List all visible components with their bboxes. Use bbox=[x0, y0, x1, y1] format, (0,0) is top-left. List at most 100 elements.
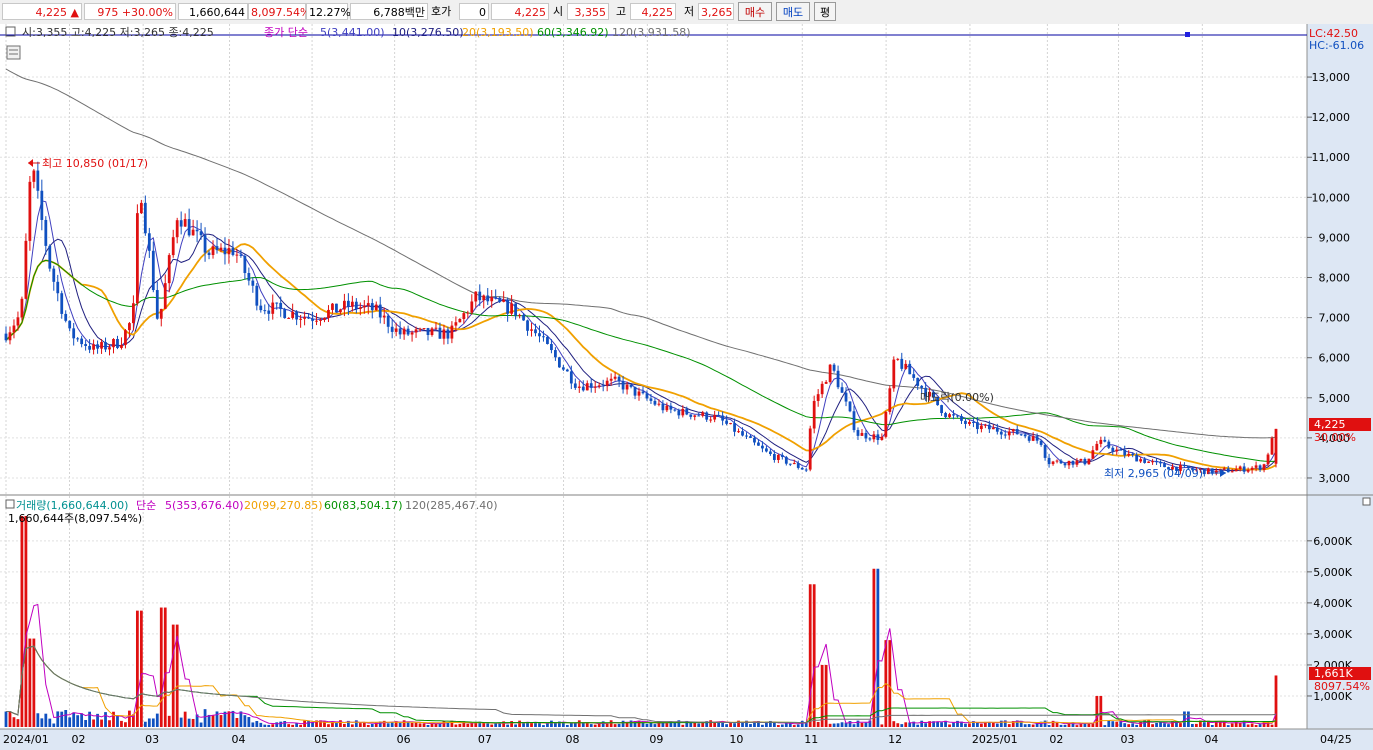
volume-bar[interactable] bbox=[215, 711, 219, 727]
volume-bar[interactable] bbox=[876, 568, 880, 727]
volume-bar[interactable] bbox=[339, 720, 342, 727]
candle[interactable] bbox=[1047, 457, 1051, 465]
candle[interactable] bbox=[681, 408, 685, 416]
candle[interactable] bbox=[1147, 461, 1150, 463]
candle[interactable] bbox=[526, 320, 529, 331]
volume-bar[interactable] bbox=[418, 723, 422, 727]
candle[interactable] bbox=[848, 401, 852, 412]
candle[interactable] bbox=[792, 463, 796, 465]
volume-bar[interactable] bbox=[494, 723, 498, 727]
candle[interactable] bbox=[1071, 460, 1075, 465]
candle[interactable] bbox=[514, 303, 517, 316]
average-button[interactable]: 평 bbox=[814, 2, 836, 21]
candle[interactable] bbox=[159, 308, 163, 319]
candle[interactable] bbox=[542, 336, 545, 338]
candle[interactable] bbox=[960, 416, 963, 421]
candle[interactable] bbox=[267, 310, 271, 314]
volume-bar[interactable] bbox=[259, 722, 263, 727]
candle[interactable] bbox=[498, 297, 502, 302]
volume-bar[interactable] bbox=[709, 720, 713, 727]
volume-bar[interactable] bbox=[410, 722, 414, 727]
candle[interactable] bbox=[1266, 454, 1270, 465]
candle[interactable] bbox=[1123, 449, 1127, 456]
candle[interactable] bbox=[88, 345, 91, 350]
volume-bar[interactable] bbox=[916, 724, 920, 727]
volume-bar[interactable] bbox=[4, 711, 8, 727]
candle[interactable] bbox=[1059, 460, 1063, 464]
candle[interactable] bbox=[12, 325, 16, 333]
volume-bar[interactable] bbox=[1167, 724, 1170, 727]
candle[interactable] bbox=[112, 339, 115, 348]
volume-bar[interactable] bbox=[474, 723, 478, 727]
candle[interactable] bbox=[912, 374, 916, 378]
candle[interactable] bbox=[1075, 460, 1079, 465]
volume-bar[interactable] bbox=[1159, 722, 1162, 727]
candle[interactable] bbox=[721, 415, 725, 421]
volume-bar[interactable] bbox=[167, 715, 171, 727]
candle[interactable] bbox=[52, 268, 56, 282]
candle[interactable] bbox=[430, 328, 434, 336]
volume-bar[interactable] bbox=[187, 718, 191, 727]
candle[interactable] bbox=[892, 359, 896, 389]
volume-bar[interactable] bbox=[976, 722, 979, 727]
volume-bar[interactable] bbox=[800, 720, 804, 727]
candle[interactable] bbox=[32, 170, 36, 182]
volume-bar[interactable] bbox=[287, 724, 291, 727]
candle[interactable] bbox=[494, 297, 498, 299]
candle[interactable] bbox=[1099, 439, 1103, 444]
volume-bar[interactable] bbox=[1210, 725, 1214, 727]
volume-bar[interactable] bbox=[1194, 723, 1198, 727]
candle[interactable] bbox=[1115, 449, 1119, 452]
candle[interactable] bbox=[1023, 434, 1027, 437]
candle[interactable] bbox=[753, 437, 756, 443]
volume-bar[interactable] bbox=[522, 723, 525, 727]
volume-bar[interactable] bbox=[888, 640, 892, 727]
candle[interactable] bbox=[422, 328, 426, 330]
volume-bar[interactable] bbox=[836, 723, 840, 727]
volume-bar[interactable] bbox=[1103, 725, 1107, 727]
candle[interactable] bbox=[474, 291, 478, 302]
candle[interactable] bbox=[362, 305, 366, 308]
candle[interactable] bbox=[701, 412, 705, 416]
volume-bar[interactable] bbox=[1007, 724, 1011, 727]
candle[interactable] bbox=[390, 326, 394, 332]
volume-bar[interactable] bbox=[279, 721, 283, 727]
volume-bar[interactable] bbox=[247, 717, 251, 727]
candle[interactable] bbox=[374, 304, 378, 311]
candle[interactable] bbox=[215, 246, 219, 251]
volume-bar[interactable] bbox=[362, 722, 366, 727]
candle[interactable] bbox=[1067, 460, 1071, 466]
volume-bar[interactable] bbox=[354, 720, 358, 727]
candle[interactable] bbox=[490, 297, 494, 302]
candle[interactable] bbox=[446, 329, 450, 339]
candle[interactable] bbox=[36, 170, 40, 191]
candle[interactable] bbox=[697, 415, 701, 417]
volume-bar[interactable] bbox=[20, 516, 24, 727]
volume-bar[interactable] bbox=[64, 710, 68, 727]
volume-bar[interactable] bbox=[335, 722, 338, 727]
candle[interactable] bbox=[295, 311, 299, 320]
volume-bar[interactable] bbox=[271, 724, 275, 727]
candle[interactable] bbox=[729, 423, 732, 425]
candle[interactable] bbox=[900, 358, 904, 369]
volume-bar[interactable] bbox=[852, 724, 856, 727]
candle[interactable] bbox=[1250, 467, 1254, 470]
volume-bar[interactable] bbox=[52, 723, 56, 727]
volume-bar[interactable] bbox=[860, 722, 864, 727]
candle[interactable] bbox=[470, 301, 474, 313]
candle[interactable] bbox=[956, 415, 959, 417]
candle[interactable] bbox=[163, 283, 167, 309]
candle[interactable] bbox=[335, 303, 338, 313]
volume-bar[interactable] bbox=[219, 715, 223, 727]
candle[interactable] bbox=[613, 376, 617, 379]
volume-bar[interactable] bbox=[100, 719, 103, 727]
volume-bar[interactable] bbox=[725, 724, 728, 727]
sell-button[interactable]: 매도 bbox=[776, 2, 810, 21]
candle[interactable] bbox=[259, 305, 263, 311]
candle[interactable] bbox=[1019, 434, 1023, 436]
volume-bar[interactable] bbox=[645, 723, 649, 727]
volume-bar[interactable] bbox=[749, 724, 752, 727]
volume-bar[interactable] bbox=[581, 722, 585, 727]
volume-bar[interactable] bbox=[1131, 723, 1135, 727]
candle[interactable] bbox=[983, 424, 987, 426]
